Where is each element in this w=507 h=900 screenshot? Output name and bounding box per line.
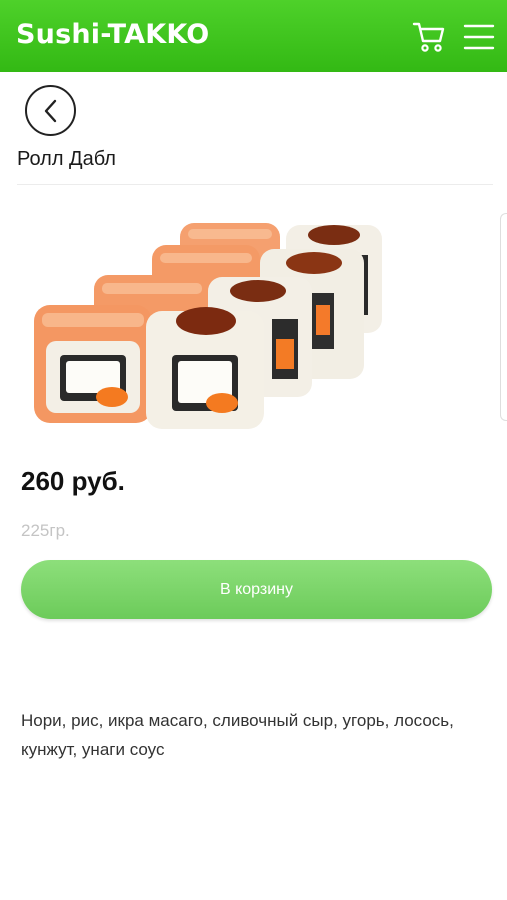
app-header: Sushi-TAKKO <box>0 0 507 72</box>
divider <box>17 184 493 185</box>
add-to-cart-button[interactable]: В корзину <box>21 560 492 619</box>
sushi-roll-front-2 <box>146 307 264 429</box>
hamburger-menu-icon <box>463 24 495 50</box>
chevron-left-icon <box>44 99 57 123</box>
carousel-next-edge[interactable] <box>500 213 507 421</box>
back-button[interactable] <box>25 85 76 136</box>
brand-logo[interactable]: Sushi-TAKKO <box>16 19 209 50</box>
sushi-roll-front <box>34 305 152 423</box>
product-image[interactable] <box>20 205 400 445</box>
product-price: 260 руб. <box>21 466 125 496</box>
menu-button[interactable] <box>462 22 496 52</box>
cart-button[interactable] <box>412 20 448 54</box>
product-title: Ролл Дабл <box>17 148 116 170</box>
product-description: Нори, рис, икра масаго, сливочный сыр, у… <box>21 711 454 759</box>
cart-icon <box>412 22 445 52</box>
product-weight: 225гр. <box>21 521 70 540</box>
